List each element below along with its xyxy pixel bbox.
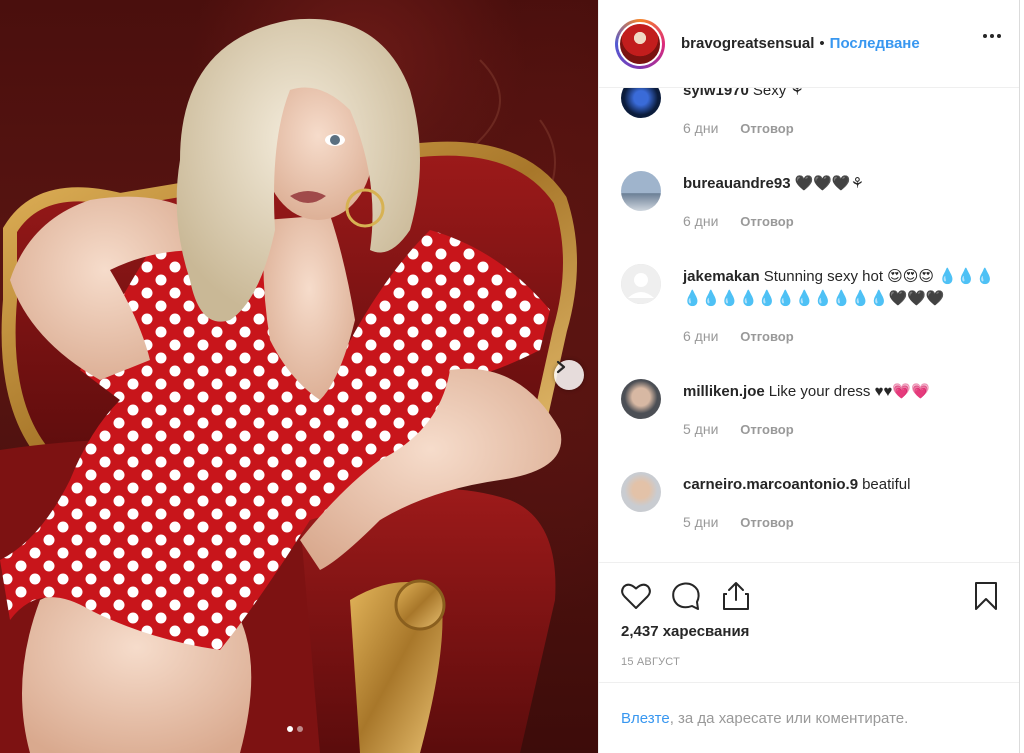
like-button[interactable] (619, 579, 653, 613)
post-actions: 2,437 харесвания 15 АВГУСТ (599, 562, 1019, 682)
follow-button[interactable]: Последване (830, 35, 920, 52)
save-button[interactable] (969, 579, 1003, 613)
chevron-right-icon (556, 360, 566, 374)
author-username[interactable]: bravogreatsensual (681, 35, 814, 52)
comment-message: 🖤🖤🖤⚘ (794, 175, 865, 192)
reply-button[interactable]: Отговор (740, 422, 793, 437)
more-options-button[interactable] (983, 34, 1001, 38)
more-horizontal-icon-dot (990, 34, 994, 38)
post-side-panel: bravogreatsensual • Последване sylw1970 S… (598, 0, 1020, 753)
comment-meta: 6 дни Отговор (683, 213, 1003, 229)
bookmark-icon (975, 582, 997, 610)
comment-time[interactable]: 5 дни (683, 421, 718, 437)
comment-body: jakemakan Stunning sexy hot 😍😍😍 💧💧💧💧💧💧💧💧💧… (683, 266, 1003, 344)
comment-text: sylw1970 Sexy ⚘ (683, 88, 1003, 102)
comment-username[interactable]: carneiro.marcoantonio.9 (683, 476, 858, 493)
more-horizontal-icon-dot (997, 34, 1001, 38)
comment-username[interactable]: sylw1970 (683, 88, 749, 99)
comment-time[interactable]: 6 дни (683, 213, 718, 229)
comment-avatar[interactable] (621, 379, 661, 419)
comment-time[interactable]: 6 дни (683, 120, 718, 136)
login-prompt: Влезте, за да харесате или коментирате. (599, 682, 1019, 753)
comment-meta: 5 дни Отговор (683, 421, 1003, 437)
reply-button[interactable]: Отговор (740, 515, 793, 530)
comment-meta: 6 дни Отговор (683, 120, 1003, 136)
heart-icon (621, 583, 651, 609)
share-icon (723, 582, 749, 610)
comment-avatar[interactable] (621, 171, 661, 211)
comment-body: milliken.joe Like your dress ♥♥💗💗 5 дни О… (683, 381, 1003, 437)
comment-meta: 6 дни Отговор (683, 328, 1003, 344)
comment-username[interactable]: milliken.joe (683, 383, 765, 400)
comment-text: milliken.joe Like your dress ♥♥💗💗 (683, 381, 1003, 403)
comment-avatar[interactable] (621, 88, 661, 118)
carousel-next-button[interactable] (554, 360, 584, 390)
likes-count[interactable]: 2,437 харесвания (621, 623, 749, 640)
comment-icon (672, 582, 700, 610)
comment-body: sylw1970 Sexy ⚘ 6 дни Отговор (683, 88, 1003, 136)
reply-button[interactable]: Отговор (740, 121, 793, 136)
comment-message: Like your dress ♥♥💗💗 (768, 383, 930, 400)
comment-body: bureauandre93 🖤🖤🖤⚘ 6 дни Отговор (683, 173, 1003, 229)
comment-meta: 5 дни Отговор (683, 514, 1003, 530)
carousel-indicator (287, 726, 303, 732)
carousel-dot-active (287, 726, 293, 732)
reply-button[interactable]: Отговор (740, 214, 793, 229)
default-avatar-icon (621, 264, 661, 304)
login-prompt-text: , за да харесате или коментирате. (669, 709, 909, 727)
author-avatar[interactable] (615, 18, 665, 69)
comment-message: Sexy ⚘ (752, 88, 804, 99)
comment-text: jakemakan Stunning sexy hot 😍😍😍 💧💧💧💧💧💧💧💧💧… (683, 266, 1003, 310)
post-date[interactable]: 15 АВГУСТ (621, 656, 680, 668)
comment-text: carneiro.marcoantonio.9 beatiful (683, 474, 1003, 496)
comment-avatar[interactable] (621, 472, 661, 512)
comments-list[interactable]: sylw1970 Sexy ⚘ 6 дни Отговор bureauandre… (599, 88, 1019, 562)
login-link[interactable]: Влезте (621, 710, 670, 727)
comment-time[interactable]: 6 дни (683, 328, 718, 344)
post-photo[interactable] (0, 0, 598, 753)
comment-button[interactable] (669, 579, 703, 613)
author-avatar-image (618, 21, 662, 66)
post-header: bravogreatsensual • Последване (599, 0, 1019, 88)
comment-text: bureauandre93 🖤🖤🖤⚘ (683, 173, 1003, 195)
carousel-dot (297, 726, 303, 732)
photo-illustration (0, 18, 577, 753)
header-separator: • (819, 35, 825, 52)
more-horizontal-icon-dot (983, 34, 987, 38)
comment-body: carneiro.marcoantonio.9 beatiful 5 дни От… (683, 474, 1003, 530)
comment-time[interactable]: 5 дни (683, 514, 718, 530)
comment-username[interactable]: bureauandre93 (683, 175, 791, 192)
comment-username[interactable]: jakemakan (683, 268, 760, 285)
share-button[interactable] (719, 579, 753, 613)
reply-button[interactable]: Отговор (740, 329, 793, 344)
post-header-text: bravogreatsensual • Последване (681, 35, 920, 52)
comment-avatar[interactable] (621, 264, 661, 304)
comment-message: beatiful (862, 476, 911, 493)
